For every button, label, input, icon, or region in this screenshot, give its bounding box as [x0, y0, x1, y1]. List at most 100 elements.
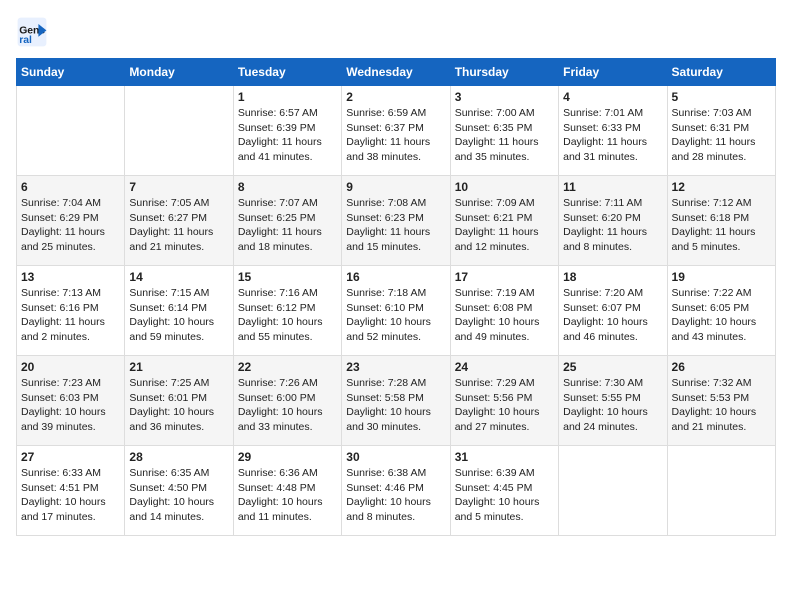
- page-header: Gene ral: [16, 16, 776, 48]
- day-info: Sunrise: 7:04 AM Sunset: 6:29 PM Dayligh…: [21, 196, 120, 255]
- day-info: Sunrise: 7:22 AM Sunset: 6:05 PM Dayligh…: [672, 286, 771, 345]
- day-number: 13: [21, 270, 120, 284]
- day-info: Sunrise: 6:36 AM Sunset: 4:48 PM Dayligh…: [238, 466, 337, 525]
- calendar-cell: 24 Sunrise: 7:29 AM Sunset: 5:56 PM Dayli…: [450, 356, 558, 446]
- week-row-3: 13 Sunrise: 7:13 AM Sunset: 6:16 PM Dayli…: [17, 266, 776, 356]
- day-info: Sunrise: 7:26 AM Sunset: 6:00 PM Dayligh…: [238, 376, 337, 435]
- calendar-cell: 3 Sunrise: 7:00 AM Sunset: 6:35 PM Daylig…: [450, 86, 558, 176]
- calendar-cell: 8Sunrise: 7:07 AM Sunset: 6:25 PM Daylig…: [233, 176, 341, 266]
- calendar-cell: 20 Sunrise: 7:23 AM Sunset: 6:03 PM Dayli…: [17, 356, 125, 446]
- calendar-cell: 4 Sunrise: 7:01 AM Sunset: 6:33 PM Daylig…: [559, 86, 667, 176]
- day-number: 6: [21, 180, 120, 194]
- calendar-cell: 31 Sunrise: 6:39 AM Sunset: 4:45 PM Dayli…: [450, 446, 558, 536]
- calendar-cell: 16 Sunrise: 7:18 AM Sunset: 6:10 PM Dayli…: [342, 266, 450, 356]
- day-info: Sunrise: 7:05 AM Sunset: 6:27 PM Dayligh…: [129, 196, 228, 255]
- day-info: Sunrise: 6:33 AM Sunset: 4:51 PM Dayligh…: [21, 466, 120, 525]
- day-number: 9: [346, 180, 445, 194]
- calendar-cell: 10 Sunrise: 7:09 AM Sunset: 6:21 PM Dayli…: [450, 176, 558, 266]
- day-info: Sunrise: 7:32 AM Sunset: 5:53 PM Dayligh…: [672, 376, 771, 435]
- day-number: 10: [455, 180, 554, 194]
- day-info: Sunrise: 7:23 AM Sunset: 6:03 PM Dayligh…: [21, 376, 120, 435]
- calendar-cell: 13 Sunrise: 7:13 AM Sunset: 6:16 PM Dayli…: [17, 266, 125, 356]
- calendar-header-row: SundayMondayTuesdayWednesdayThursdayFrid…: [17, 59, 776, 86]
- calendar-cell: 30 Sunrise: 6:38 AM Sunset: 4:46 PM Dayli…: [342, 446, 450, 536]
- day-info: Sunrise: 7:07 AM Sunset: 6:25 PM Dayligh…: [238, 196, 337, 255]
- day-number: 11: [563, 180, 662, 194]
- day-number: 29: [238, 450, 337, 464]
- day-info: Sunrise: 7:00 AM Sunset: 6:35 PM Dayligh…: [455, 106, 554, 165]
- day-info: Sunrise: 6:59 AM Sunset: 6:37 PM Dayligh…: [346, 106, 445, 165]
- day-number: 24: [455, 360, 554, 374]
- day-number: 7: [129, 180, 228, 194]
- week-row-4: 20 Sunrise: 7:23 AM Sunset: 6:03 PM Dayli…: [17, 356, 776, 446]
- day-number: 25: [563, 360, 662, 374]
- calendar-cell: 12Sunrise: 7:12 AM Sunset: 6:18 PM Dayli…: [667, 176, 775, 266]
- day-info: Sunrise: 7:18 AM Sunset: 6:10 PM Dayligh…: [346, 286, 445, 345]
- calendar-cell: 27 Sunrise: 6:33 AM Sunset: 4:51 PM Dayli…: [17, 446, 125, 536]
- calendar-cell: 28 Sunrise: 6:35 AM Sunset: 4:50 PM Dayli…: [125, 446, 233, 536]
- calendar-cell: [559, 446, 667, 536]
- day-number: 19: [672, 270, 771, 284]
- day-info: Sunrise: 7:15 AM Sunset: 6:14 PM Dayligh…: [129, 286, 228, 345]
- day-info: Sunrise: 6:38 AM Sunset: 4:46 PM Dayligh…: [346, 466, 445, 525]
- day-info: Sunrise: 7:30 AM Sunset: 5:55 PM Dayligh…: [563, 376, 662, 435]
- calendar-cell: 6 Sunrise: 7:04 AM Sunset: 6:29 PM Daylig…: [17, 176, 125, 266]
- day-info: Sunrise: 6:39 AM Sunset: 4:45 PM Dayligh…: [455, 466, 554, 525]
- col-header-sunday: Sunday: [17, 59, 125, 86]
- day-number: 20: [21, 360, 120, 374]
- col-header-friday: Friday: [559, 59, 667, 86]
- calendar-table: SundayMondayTuesdayWednesdayThursdayFrid…: [16, 58, 776, 536]
- day-info: Sunrise: 7:09 AM Sunset: 6:21 PM Dayligh…: [455, 196, 554, 255]
- day-number: 30: [346, 450, 445, 464]
- calendar-cell: 15Sunrise: 7:16 AM Sunset: 6:12 PM Dayli…: [233, 266, 341, 356]
- day-number: 1: [238, 90, 337, 104]
- day-info: Sunrise: 7:11 AM Sunset: 6:20 PM Dayligh…: [563, 196, 662, 255]
- day-number: 28: [129, 450, 228, 464]
- day-number: 2: [346, 90, 445, 104]
- calendar-cell: 26 Sunrise: 7:32 AM Sunset: 5:53 PM Dayli…: [667, 356, 775, 446]
- calendar-cell: 5Sunrise: 7:03 AM Sunset: 6:31 PM Daylig…: [667, 86, 775, 176]
- svg-text:ral: ral: [19, 35, 32, 46]
- col-header-saturday: Saturday: [667, 59, 775, 86]
- day-info: Sunrise: 7:01 AM Sunset: 6:33 PM Dayligh…: [563, 106, 662, 165]
- day-number: 23: [346, 360, 445, 374]
- day-number: 4: [563, 90, 662, 104]
- day-number: 5: [672, 90, 771, 104]
- day-number: 26: [672, 360, 771, 374]
- col-header-monday: Monday: [125, 59, 233, 86]
- day-number: 14: [129, 270, 228, 284]
- calendar-cell: [125, 86, 233, 176]
- day-number: 17: [455, 270, 554, 284]
- day-number: 18: [563, 270, 662, 284]
- day-info: Sunrise: 6:57 AM Sunset: 6:39 PM Dayligh…: [238, 106, 337, 165]
- day-number: 16: [346, 270, 445, 284]
- day-info: Sunrise: 7:13 AM Sunset: 6:16 PM Dayligh…: [21, 286, 120, 345]
- day-info: Sunrise: 7:28 AM Sunset: 5:58 PM Dayligh…: [346, 376, 445, 435]
- week-row-2: 6 Sunrise: 7:04 AM Sunset: 6:29 PM Daylig…: [17, 176, 776, 266]
- logo: Gene ral: [16, 16, 52, 48]
- day-info: Sunrise: 7:25 AM Sunset: 6:01 PM Dayligh…: [129, 376, 228, 435]
- logo-icon: Gene ral: [16, 16, 48, 48]
- calendar-cell: [17, 86, 125, 176]
- day-info: Sunrise: 7:19 AM Sunset: 6:08 PM Dayligh…: [455, 286, 554, 345]
- week-row-5: 27 Sunrise: 6:33 AM Sunset: 4:51 PM Dayli…: [17, 446, 776, 536]
- day-info: Sunrise: 7:16 AM Sunset: 6:12 PM Dayligh…: [238, 286, 337, 345]
- week-row-1: 1 Sunrise: 6:57 AM Sunset: 6:39 PM Daylig…: [17, 86, 776, 176]
- day-number: 12: [672, 180, 771, 194]
- calendar-cell: 21Sunrise: 7:25 AM Sunset: 6:01 PM Dayli…: [125, 356, 233, 446]
- col-header-thursday: Thursday: [450, 59, 558, 86]
- day-info: Sunrise: 7:20 AM Sunset: 6:07 PM Dayligh…: [563, 286, 662, 345]
- day-number: 27: [21, 450, 120, 464]
- calendar-cell: 25 Sunrise: 7:30 AM Sunset: 5:55 PM Dayli…: [559, 356, 667, 446]
- day-info: Sunrise: 7:29 AM Sunset: 5:56 PM Dayligh…: [455, 376, 554, 435]
- day-info: Sunrise: 6:35 AM Sunset: 4:50 PM Dayligh…: [129, 466, 228, 525]
- calendar-cell: [667, 446, 775, 536]
- day-number: 31: [455, 450, 554, 464]
- calendar-cell: 29 Sunrise: 6:36 AM Sunset: 4:48 PM Dayli…: [233, 446, 341, 536]
- day-number: 3: [455, 90, 554, 104]
- col-header-tuesday: Tuesday: [233, 59, 341, 86]
- calendar-cell: 11 Sunrise: 7:11 AM Sunset: 6:20 PM Dayli…: [559, 176, 667, 266]
- col-header-wednesday: Wednesday: [342, 59, 450, 86]
- calendar-cell: 17 Sunrise: 7:19 AM Sunset: 6:08 PM Dayli…: [450, 266, 558, 356]
- calendar-cell: 18 Sunrise: 7:20 AM Sunset: 6:07 PM Dayli…: [559, 266, 667, 356]
